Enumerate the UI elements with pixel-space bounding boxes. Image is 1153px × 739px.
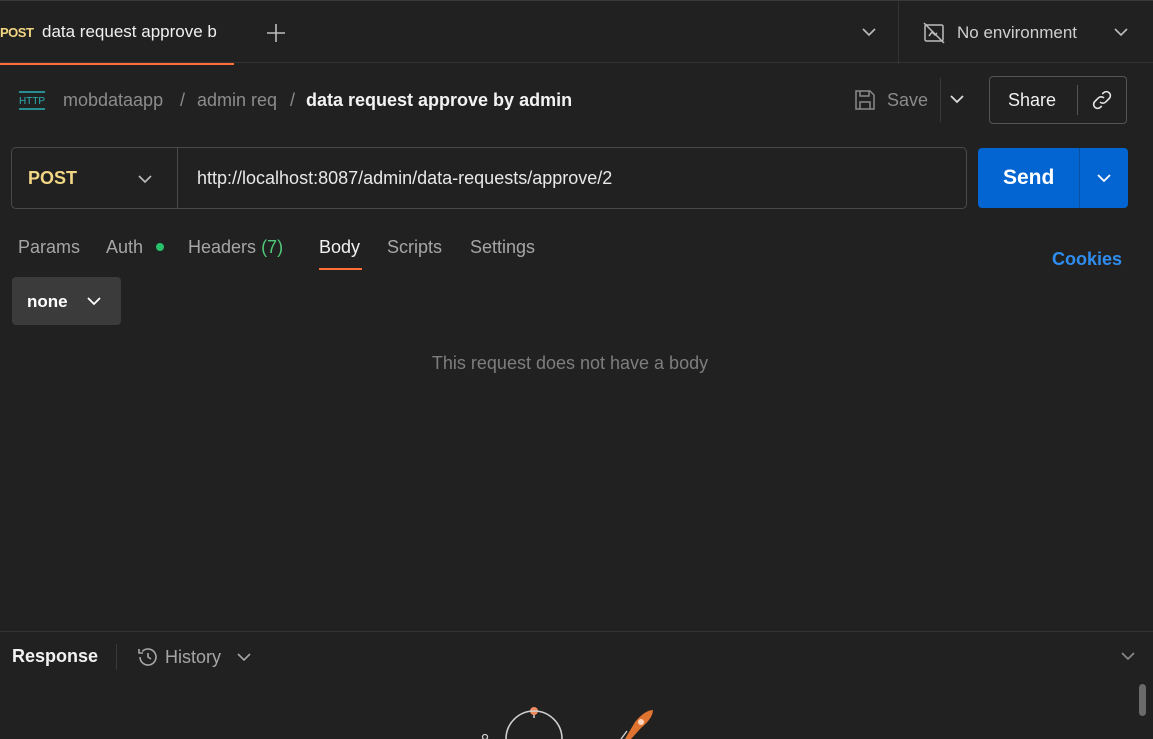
tab-auth[interactable]: Auth xyxy=(106,237,143,258)
tab-title: data request approve b xyxy=(42,22,217,41)
method-selector[interactable]: POST xyxy=(28,168,77,189)
method-chevron-icon[interactable] xyxy=(136,172,154,186)
tab-method-badge: POST xyxy=(0,25,34,40)
tab-headers[interactable]: Headers (7) xyxy=(188,237,283,258)
tabbar-divider xyxy=(898,1,899,64)
environment-dropdown-icon[interactable] xyxy=(1112,25,1130,39)
breadcrumb-collection[interactable]: mobdataapp xyxy=(63,90,163,111)
tab-headers-label: Headers xyxy=(188,237,257,257)
collapse-response-icon[interactable] xyxy=(1119,649,1137,663)
response-scrollbar[interactable] xyxy=(1139,684,1146,716)
environment-label[interactable]: No environment xyxy=(957,23,1077,43)
empty-body-message: This request does not have a body xyxy=(431,353,709,373)
save-divider xyxy=(940,78,941,122)
share-button[interactable]: Share xyxy=(1008,90,1056,111)
svg-text:HTTP: HTTP xyxy=(19,96,45,107)
active-tab-indicator xyxy=(0,63,234,65)
method-divider xyxy=(177,148,178,208)
body-type-label: none xyxy=(27,292,68,311)
tab-body[interactable]: Body xyxy=(319,237,360,258)
history-button[interactable]: History xyxy=(165,647,221,668)
http-icon: HTTP xyxy=(18,88,46,112)
active-tab-indicator xyxy=(319,268,362,270)
response-divider xyxy=(0,631,1153,632)
tab-settings[interactable]: Settings xyxy=(470,237,535,258)
send-options-chevron-icon[interactable] xyxy=(1095,171,1113,185)
share-divider xyxy=(1077,85,1078,115)
save-icon xyxy=(853,88,877,112)
no-environment-icon xyxy=(922,21,946,45)
send-button[interactable]: Send xyxy=(1003,166,1054,190)
active-request-tab[interactable]: POST data request approve b xyxy=(0,1,234,65)
cookies-link[interactable]: Cookies xyxy=(1052,249,1122,270)
request-tab-bar: POST data request approve b No environme… xyxy=(0,0,1153,65)
astronaut-illustration xyxy=(470,700,580,739)
body-type-dropdown[interactable]: none xyxy=(12,277,121,325)
history-chevron-icon[interactable] xyxy=(235,650,253,664)
headers-count: (7) xyxy=(261,237,284,257)
url-bar: POST http://localhost:8087/admin/data-re… xyxy=(11,147,967,209)
breadcrumb-folder[interactable]: admin req xyxy=(197,90,277,111)
save-button[interactable]: Save xyxy=(887,90,928,111)
send-button-group: Send xyxy=(978,148,1128,208)
link-icon[interactable] xyxy=(1090,88,1114,112)
url-input[interactable]: http://localhost:8087/admin/data-request… xyxy=(197,168,612,189)
chevron-down-icon[interactable] xyxy=(860,25,878,39)
rocket-illustration xyxy=(605,708,657,739)
save-options-chevron-icon[interactable] xyxy=(948,92,966,106)
response-header-divider xyxy=(116,644,117,670)
plus-icon[interactable] xyxy=(265,22,287,44)
breadcrumb-separator: / xyxy=(180,90,186,110)
chevron-down-icon xyxy=(85,294,103,308)
share-button-group: Share xyxy=(989,76,1127,124)
breadcrumb-separator: / xyxy=(290,90,296,110)
request-name[interactable]: data request approve by admin xyxy=(306,90,572,111)
tab-params[interactable]: Params xyxy=(18,237,80,258)
response-title: Response xyxy=(12,646,99,666)
history-icon[interactable] xyxy=(136,645,160,669)
send-divider xyxy=(1079,148,1080,208)
tab-scripts[interactable]: Scripts xyxy=(387,237,442,258)
auth-status-dot xyxy=(156,243,164,251)
